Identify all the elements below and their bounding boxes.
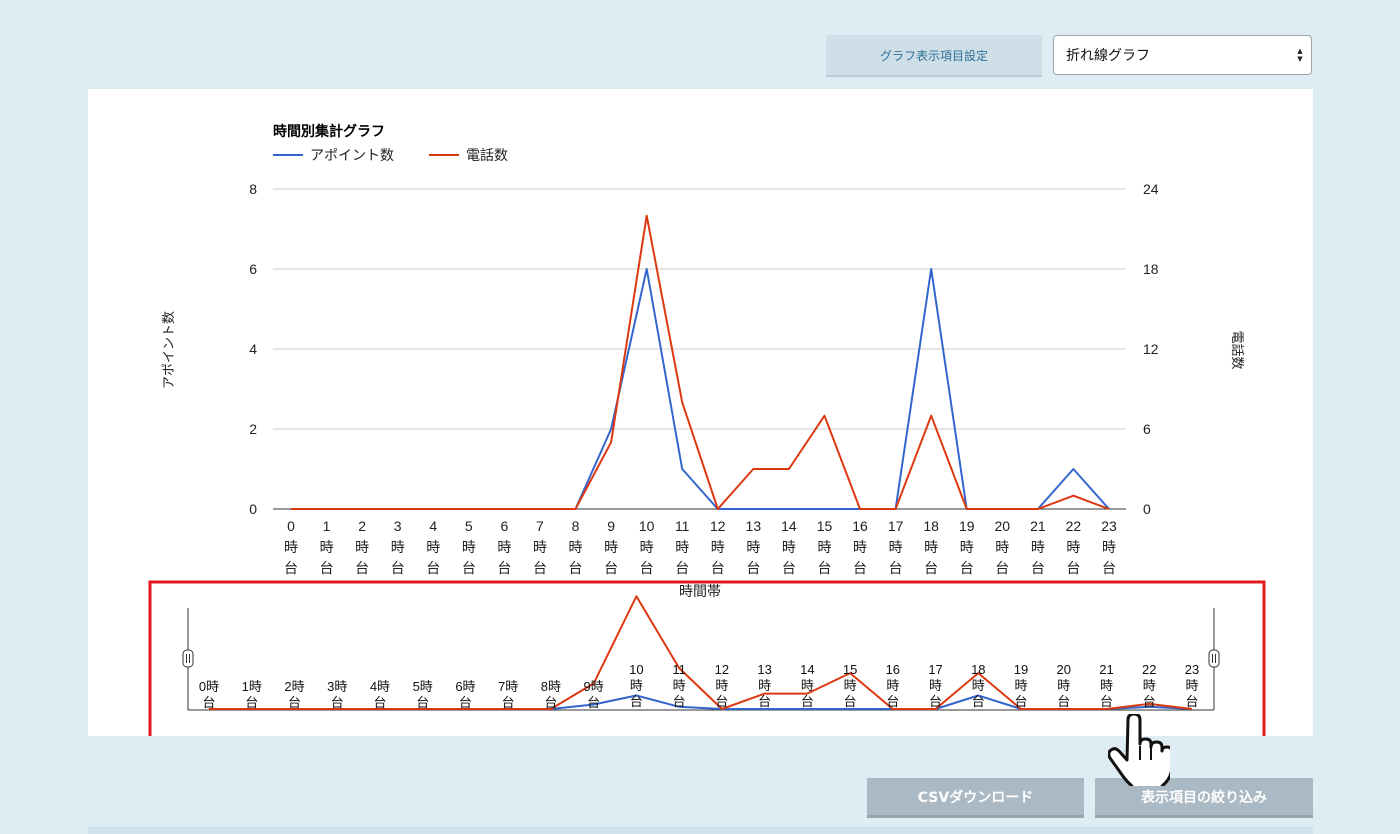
x-tick-label: 8 時台 — [569, 518, 583, 576]
pointer-hand-icon — [1108, 714, 1170, 786]
y-left-tick-label: 4 — [249, 341, 257, 357]
chart-title: 時間別集計グラフ — [273, 123, 385, 139]
select-arrows-icon: ▲ ▼ — [1297, 47, 1303, 63]
range-tick-label: 12 時台 — [715, 662, 729, 709]
range-tick-label: 13 時台 — [757, 662, 771, 709]
x-tick-label: 13 時台 — [746, 518, 762, 576]
x-tick-label: 23 時台 — [1101, 518, 1117, 576]
x-tick-label: 16 時台 — [852, 518, 868, 576]
y-right-tick-label: 6 — [1143, 421, 1151, 437]
x-tick-label: 20 時台 — [995, 518, 1011, 576]
y-left-tick-label: 0 — [249, 501, 257, 517]
range-tick-label: 4時台 — [370, 679, 390, 710]
y-left-tick-label: 8 — [249, 181, 257, 197]
range-tick-label: 16 時台 — [886, 662, 900, 709]
x-tick-label: 0 時台 — [284, 518, 298, 576]
y-right-tick-label: 0 — [1143, 501, 1151, 517]
x-tick-label: 12 時台 — [710, 518, 726, 576]
range-tick-label: 11 時台 — [672, 662, 686, 709]
y-right-tick-label: 12 — [1143, 341, 1159, 357]
series-line — [291, 268, 1110, 510]
graph-type-select[interactable]: 折れ線グラフ ▲ ▼ — [1053, 35, 1312, 75]
range-tick-label: 20 時台 — [1057, 662, 1071, 709]
highlight-box — [148, 580, 1266, 736]
x-axis-title: 時間帯 — [679, 583, 721, 599]
range-tick-label: 23 時台 — [1185, 662, 1199, 709]
range-tick-label: 14 時台 — [800, 662, 814, 709]
y-left-tick-label: 6 — [249, 261, 257, 277]
x-tick-label: 4 時台 — [426, 518, 440, 576]
range-tick-label: 6時台 — [455, 679, 475, 710]
y-right-tick-label: 24 — [1143, 181, 1159, 197]
x-tick-label: 15 時台 — [817, 518, 833, 576]
range-tick-label: 0時台 — [199, 679, 219, 710]
chart-panel: 0 2 4 6 8 0 6 12 18 24 時間別集計グラフ アポイント数 電話数 アポイント数 電話数時… — [88, 89, 1313, 736]
range-tick-label: 18 時台 — [971, 662, 985, 709]
range-tick-label: 7時台 — [498, 679, 518, 710]
csv-download-button[interactable]: CSVダウンロード — [867, 778, 1084, 818]
range-tick-label: 3時台 — [327, 679, 347, 710]
range-tick-label: 22 時台 — [1142, 662, 1156, 709]
series-line — [291, 214, 1110, 510]
range-tick-label: 5時台 — [413, 679, 433, 710]
x-tick-label: 6 時台 — [497, 518, 511, 576]
x-tick-label: 18 時台 — [923, 518, 939, 576]
range-series-line — [209, 595, 1193, 710]
range-tick-label: 1時台 — [242, 679, 262, 710]
y-left-tick-label: 2 — [249, 421, 257, 437]
range-tick-label: 9時台 — [584, 679, 604, 710]
x-tick-label: 10 時台 — [639, 518, 655, 576]
range-handle-right[interactable] — [1208, 649, 1220, 668]
y-right-tick-label: 18 — [1143, 261, 1159, 277]
range-tick-label: 2時台 — [284, 679, 304, 710]
graph-settings-button[interactable]: グラフ表示項目設定 — [826, 35, 1042, 77]
range-series-line — [209, 694, 1193, 710]
range-tick-label: 10 時台 — [629, 662, 643, 709]
x-tick-label: 14 時台 — [781, 518, 797, 576]
x-tick-label: 9 時台 — [604, 518, 618, 576]
x-tick-label: 22 時台 — [1066, 518, 1082, 576]
x-tick-label: 17 時台 — [888, 518, 904, 576]
graph-type-selected-value: 折れ線グラフ — [1066, 48, 1150, 64]
x-tick-label: 1 時台 — [320, 518, 334, 576]
legend-label: アポイント数 — [310, 147, 394, 163]
legend-label: 電話数 — [466, 147, 508, 163]
range-tick-label: 21 時台 — [1099, 662, 1113, 709]
x-tick-label: 3 時台 — [391, 518, 405, 576]
range-tick-label: 17 時台 — [928, 662, 942, 709]
x-tick-label: 11 時台 — [675, 518, 690, 576]
x-tick-label: 19 時台 — [959, 518, 975, 576]
range-tick-label: 15 時台 — [843, 662, 857, 709]
x-tick-label: 2 時台 — [355, 518, 369, 576]
y-right-axis-title: 電話数 — [1230, 330, 1245, 369]
y-left-axis-title: アポイント数 — [161, 311, 176, 389]
x-tick-label: 5 時台 — [462, 518, 476, 576]
range-handle-left[interactable] — [182, 649, 194, 668]
x-tick-label: 21 時台 — [1030, 518, 1046, 576]
x-tick-label: 7 時台 — [533, 518, 547, 576]
range-tick-label: 19 時台 — [1014, 662, 1028, 709]
table-header-strip — [88, 827, 1313, 834]
hourly-line-chart: 0246806121824時間別集計グラフアポイント数 電話数アポイント数 電話数時… — [148, 123, 1266, 736]
